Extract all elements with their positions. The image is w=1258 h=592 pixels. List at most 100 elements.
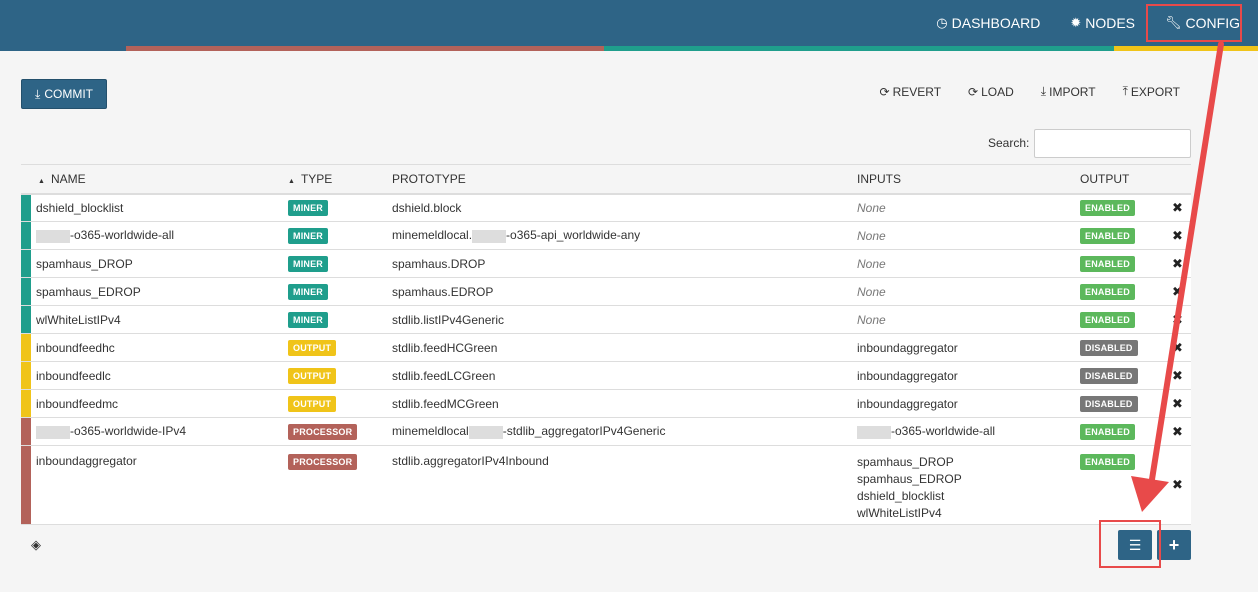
close-icon[interactable]: ✖ bbox=[1172, 477, 1183, 492]
close-icon[interactable]: ✖ bbox=[1172, 312, 1183, 327]
top-navbar: ◷ DASHBOARD ✹ NODES 🔧︎ CONFIG bbox=[0, 0, 1258, 46]
import-button[interactable]: ⤓ IMPORT bbox=[1041, 84, 1096, 99]
navbar-color-stripes bbox=[0, 46, 1258, 51]
search-input[interactable] bbox=[1034, 129, 1191, 158]
header-inputs[interactable]: INPUTS bbox=[857, 164, 1080, 195]
node-prototype-cell: stdlib.aggregatorIPv4Inbound bbox=[392, 445, 857, 525]
output-status-badge: ENABLED bbox=[1080, 255, 1135, 272]
close-icon[interactable]: ✖ bbox=[1172, 200, 1183, 215]
node-name: spamhaus_EDROP bbox=[36, 284, 141, 299]
commit-button[interactable]: ⤓ COMMIT bbox=[21, 79, 107, 109]
node-output-cell: ENABLED bbox=[1080, 417, 1172, 446]
export-label: EXPORT bbox=[1130, 84, 1180, 99]
output-status-badge: ENABLED bbox=[1080, 283, 1135, 300]
node-type-badge: MINER bbox=[288, 255, 328, 272]
node-inputs: -o365-worldwide-all bbox=[891, 424, 996, 439]
remove-cell: ✖ bbox=[1172, 277, 1191, 306]
node-prototype-cell: minemeldlocal -stdlib_aggregatorIPv4Gener… bbox=[392, 417, 857, 446]
load-label: LOAD bbox=[981, 84, 1014, 99]
header-name-label: NAME bbox=[50, 171, 86, 186]
node-type-color-bar bbox=[21, 333, 31, 362]
close-icon[interactable]: ✖ bbox=[1172, 284, 1183, 299]
node-name-cell: inboundfeedlc bbox=[31, 361, 288, 390]
table-row[interactable]: inboundfeedhc OUTPUT stdlib.feedHCGreen inb… bbox=[21, 333, 1191, 362]
close-icon[interactable]: ✖ bbox=[1172, 340, 1183, 355]
header-actions bbox=[1172, 164, 1191, 195]
node-prototype: spamhaus.EDROP bbox=[392, 284, 494, 299]
node-type-cell: PROCESSOR bbox=[288, 445, 392, 525]
output-status-badge: ENABLED bbox=[1080, 199, 1135, 216]
node-name-cell: wlWhiteListIPv4 bbox=[31, 305, 288, 334]
node-name-cell: inboundaggregator bbox=[31, 445, 288, 525]
table-row[interactable]: -o365-worldwide-all MINER minemeldlocal. -o… bbox=[21, 221, 1191, 250]
highlight-config-box bbox=[1146, 4, 1242, 42]
node-prototype: -o365-api_worldwide-any bbox=[506, 228, 641, 243]
table-header: ▲ NAME ▲ TYPE PROTOTYPE INPUTS OUTPUT bbox=[21, 164, 1191, 195]
close-icon[interactable]: ✖ bbox=[1172, 396, 1183, 411]
redacted-mask bbox=[468, 425, 503, 439]
node-type-badge: MINER bbox=[288, 311, 328, 328]
node-type-cell: MINER bbox=[288, 249, 392, 278]
remove-cell: ✖ bbox=[1172, 305, 1191, 334]
nav-dashboard-label: DASHBOARD bbox=[951, 15, 1041, 31]
table-row[interactable]: dshield_blocklist MINER dshield.block None E… bbox=[21, 193, 1191, 222]
add-node-button[interactable]: + bbox=[1157, 530, 1191, 560]
node-prototype-cell: minemeldlocal. -o365-api_worldwide-any bbox=[392, 221, 857, 250]
dashboard-icon: ◷ bbox=[936, 15, 948, 30]
nodes-icon: ✹ bbox=[1070, 15, 1082, 30]
table-row[interactable]: inboundfeedlc OUTPUT stdlib.feedLCGreen inb… bbox=[21, 361, 1191, 390]
header-name[interactable]: ▲ NAME bbox=[31, 164, 288, 195]
remove-cell: ✖ bbox=[1172, 193, 1191, 222]
close-icon[interactable]: ✖ bbox=[1172, 228, 1183, 243]
plus-icon: + bbox=[1168, 534, 1180, 555]
remove-cell: ✖ bbox=[1172, 221, 1191, 250]
node-name: wlWhiteListIPv4 bbox=[36, 312, 121, 327]
node-prototype: -stdlib_aggregatorIPv4Generic bbox=[502, 424, 666, 439]
table-row[interactable]: inboundaggregator PROCESSOR stdlib.aggrega… bbox=[21, 445, 1191, 525]
node-inputs-cell: None bbox=[857, 193, 1080, 222]
nav-dashboard[interactable]: ◷ DASHBOARD bbox=[936, 15, 1040, 31]
redacted-mask bbox=[36, 425, 70, 439]
node-inputs: None bbox=[857, 200, 886, 215]
output-status-badge: ENABLED bbox=[1080, 227, 1135, 244]
node-output-cell: DISABLED bbox=[1080, 389, 1172, 418]
node-type-badge: MINER bbox=[288, 227, 328, 244]
node-output-cell: ENABLED bbox=[1080, 249, 1172, 278]
table-row[interactable]: spamhaus_DROP MINER spamhaus.DROP None ENABL… bbox=[21, 249, 1191, 278]
header-prototype[interactable]: PROTOTYPE bbox=[392, 164, 857, 195]
node-name: spamhaus_DROP bbox=[36, 256, 133, 271]
node-type-badge: OUTPUT bbox=[288, 367, 337, 384]
node-output-cell: DISABLED bbox=[1080, 361, 1172, 390]
node-type-cell: MINER bbox=[288, 221, 392, 250]
node-name-cell: spamhaus_DROP bbox=[31, 249, 288, 278]
node-type-color-bar bbox=[21, 277, 31, 306]
close-icon[interactable]: ✖ bbox=[1172, 256, 1183, 271]
eye-slash-icon[interactable]: ◈ bbox=[31, 537, 41, 553]
revert-button[interactable]: ⟳ REVERT bbox=[880, 84, 942, 99]
table-row[interactable]: inboundfeedmc OUTPUT stdlib.feedMCGreen inb… bbox=[21, 389, 1191, 418]
header-spacer bbox=[21, 164, 31, 195]
node-type-cell: MINER bbox=[288, 193, 392, 222]
table-row[interactable]: wlWhiteListIPv4 MINER stdlib.listIPv4Gener… bbox=[21, 305, 1191, 334]
close-icon[interactable]: ✖ bbox=[1172, 368, 1183, 383]
export-button[interactable]: ⤒ EXPORT bbox=[1123, 84, 1180, 99]
redacted-mask bbox=[472, 229, 507, 243]
table-row[interactable]: -o365-worldwide-IPv4 PROCESSOR minemeldloc… bbox=[21, 417, 1191, 446]
redacted-mask bbox=[36, 229, 70, 243]
nav-nodes[interactable]: ✹ NODES bbox=[1070, 15, 1135, 31]
load-button[interactable]: ⟳ LOAD bbox=[968, 84, 1014, 99]
node-name: inboundfeedmc bbox=[36, 396, 119, 411]
node-inputs-cell: None bbox=[857, 305, 1080, 334]
header-type[interactable]: ▲ TYPE bbox=[288, 164, 392, 195]
close-icon[interactable]: ✖ bbox=[1172, 424, 1183, 439]
node-output-cell: ENABLED bbox=[1080, 193, 1172, 222]
header-output[interactable]: OUTPUT bbox=[1080, 164, 1172, 195]
node-prototype: dshield.block bbox=[392, 200, 462, 215]
download-icon: ⤓ bbox=[35, 86, 41, 101]
node-inputs: inboundaggregator bbox=[857, 340, 958, 355]
table-row[interactable]: spamhaus_EDROP MINER spamhaus.EDROP None ENA… bbox=[21, 277, 1191, 306]
remove-cell: ✖ bbox=[1172, 249, 1191, 278]
node-inputs-cell: inboundaggregator bbox=[857, 333, 1080, 362]
node-output-cell: ENABLED bbox=[1080, 277, 1172, 306]
export-icon: ⤒ bbox=[1122, 84, 1128, 98]
